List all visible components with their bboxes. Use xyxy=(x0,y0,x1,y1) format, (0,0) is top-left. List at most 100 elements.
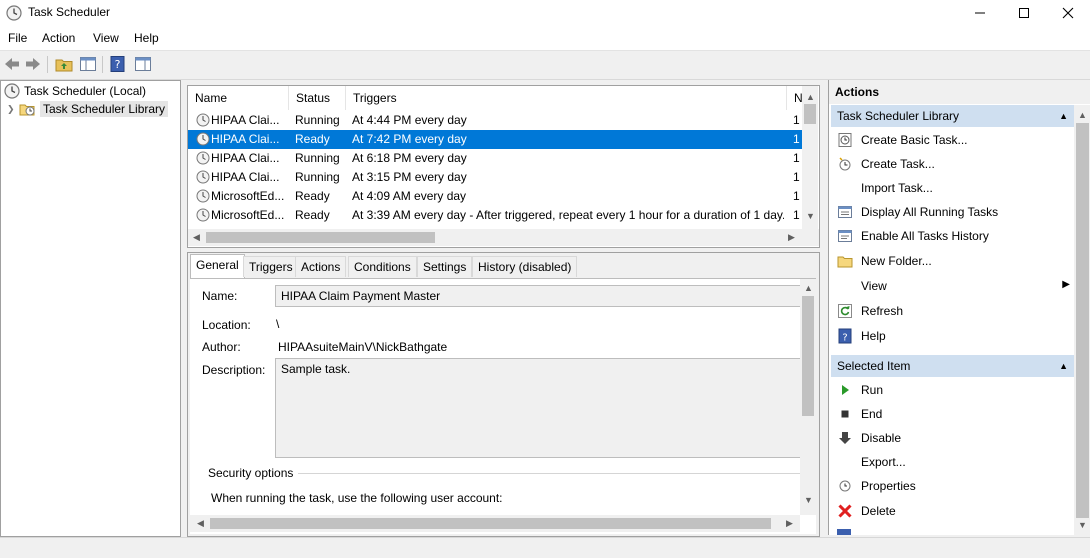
tab-triggers[interactable]: Triggers xyxy=(243,256,299,277)
show-action-pane-icon[interactable] xyxy=(134,55,152,73)
task-clock-icon xyxy=(196,170,210,184)
action-export[interactable]: Export... xyxy=(831,450,1074,474)
action-help[interactable]: ? Help xyxy=(831,324,1074,348)
column-header-triggers[interactable]: Triggers xyxy=(346,86,787,110)
task-row[interactable]: HIPAA Clai... Running At 3:15 PM every d… xyxy=(188,168,802,187)
action-import-task[interactable]: Import Task... xyxy=(831,176,1074,200)
scroll-thumb[interactable] xyxy=(804,104,816,124)
task-status: Ready xyxy=(295,208,330,222)
properties-icon xyxy=(839,480,851,492)
column-header-name[interactable]: Name xyxy=(188,86,289,110)
chevron-right-icon[interactable]: ❯ xyxy=(7,104,19,115)
action-view[interactable]: View ▶ xyxy=(831,274,1074,298)
actions-vertical-scrollbar[interactable]: ▲ ▼ xyxy=(1074,105,1090,535)
menu-action[interactable]: Action xyxy=(42,31,75,45)
task-list-horizontal-scrollbar[interactable]: ◀ ▶ xyxy=(188,229,802,246)
scroll-left-arrow-icon[interactable]: ◀ xyxy=(193,232,200,243)
task-row-selected[interactable]: HIPAA Clai... Ready At 7:42 PM every day… xyxy=(188,130,802,149)
action-create-basic-task[interactable]: Create Basic Task... xyxy=(831,128,1074,152)
create-basic-task-icon xyxy=(838,133,852,147)
scroll-up-arrow-icon[interactable]: ▲ xyxy=(1078,110,1087,120)
section-header-selected-item[interactable]: Selected Item ▲ xyxy=(831,355,1074,377)
task-row[interactable]: MicrosoftEd... Ready At 3:39 AM every da… xyxy=(188,206,802,225)
history-icon xyxy=(838,230,852,242)
name-field[interactable]: HIPAA Claim Payment Master xyxy=(275,285,801,307)
scroll-thumb[interactable] xyxy=(206,232,435,243)
scroll-up-arrow-icon[interactable]: ▲ xyxy=(804,283,813,293)
minimize-button[interactable] xyxy=(957,0,1003,26)
task-trigger: At 3:15 PM every day xyxy=(352,170,467,184)
forward-arrow-icon[interactable] xyxy=(24,55,42,73)
up-folder-icon[interactable] xyxy=(55,55,73,73)
tab-settings[interactable]: Settings xyxy=(417,256,473,277)
svg-text:?: ? xyxy=(842,333,847,344)
action-end[interactable]: End xyxy=(831,402,1074,426)
action-label: Refresh xyxy=(861,304,904,318)
minimize-icon xyxy=(975,12,985,14)
back-arrow-icon[interactable] xyxy=(3,55,21,73)
help-book-icon[interactable]: ? xyxy=(109,55,127,73)
tab-general[interactable]: General xyxy=(190,254,245,278)
menu-view[interactable]: View xyxy=(93,31,119,45)
scroll-left-arrow-icon[interactable]: ◀ xyxy=(197,518,204,529)
action-enable-history[interactable]: Enable All Tasks History xyxy=(831,224,1074,248)
task-list-vertical-scrollbar[interactable]: ▲ ▼ xyxy=(802,86,818,229)
tab-conditions[interactable]: Conditions xyxy=(348,256,417,277)
task-next-run: 1 xyxy=(793,189,800,203)
maximize-button[interactable] xyxy=(1001,0,1047,26)
running-tasks-icon xyxy=(838,206,852,218)
scroll-thumb[interactable] xyxy=(802,296,814,416)
collapse-up-icon[interactable]: ▲ xyxy=(1059,105,1068,127)
task-clock-icon xyxy=(196,132,210,146)
task-row[interactable]: MicrosoftEd... Ready At 4:09 AM every da… xyxy=(188,187,802,206)
action-disable[interactable]: Disable xyxy=(831,426,1074,450)
action-delete[interactable]: Delete xyxy=(831,499,1074,523)
scroll-up-arrow-icon[interactable]: ▲ xyxy=(806,92,815,102)
task-status: Running xyxy=(295,113,340,127)
action-label: Export... xyxy=(861,455,906,469)
scroll-down-arrow-icon[interactable]: ▼ xyxy=(804,495,813,505)
section-header-library[interactable]: Task Scheduler Library ▲ xyxy=(831,105,1074,127)
author-label: Author: xyxy=(202,340,241,354)
menu-help[interactable]: Help xyxy=(134,31,159,45)
description-field[interactable]: Sample task. xyxy=(275,358,801,458)
details-vertical-scrollbar[interactable]: ▲ ▼ xyxy=(800,279,816,515)
task-list: Name Status Triggers N HIPAA Clai... Run… xyxy=(187,85,820,248)
details-horizontal-scrollbar[interactable]: ◀ ▶ xyxy=(190,515,800,532)
tree-item-library[interactable]: ❯ Task Scheduler Library xyxy=(7,100,169,118)
submenu-arrow-icon: ▶ xyxy=(1062,279,1070,290)
toolbar: ? xyxy=(0,50,1090,80)
task-next-run: 1 xyxy=(793,132,800,146)
scroll-down-arrow-icon[interactable]: ▼ xyxy=(1078,520,1087,530)
scroll-right-arrow-icon[interactable]: ▶ xyxy=(788,232,795,243)
tab-history[interactable]: History (disabled) xyxy=(472,256,578,277)
scroll-thumb[interactable] xyxy=(1076,123,1089,518)
tree-item-root[interactable]: Task Scheduler (Local) xyxy=(4,82,146,100)
action-run[interactable]: Run xyxy=(831,378,1074,402)
action-label: View xyxy=(861,279,887,293)
action-label: Help xyxy=(861,329,886,343)
action-label: Create Basic Task... xyxy=(861,133,968,147)
tab-actions[interactable]: Actions xyxy=(295,256,347,277)
collapse-up-icon[interactable]: ▲ xyxy=(1059,355,1068,377)
clock-app-icon xyxy=(6,5,22,21)
menu-file[interactable]: File xyxy=(8,31,27,45)
task-clock-icon xyxy=(196,113,210,127)
scroll-thumb[interactable] xyxy=(210,518,771,529)
action-refresh[interactable]: Refresh xyxy=(831,299,1074,323)
show-hide-tree-icon[interactable] xyxy=(79,55,97,73)
action-create-task[interactable]: Create Task... xyxy=(831,152,1074,176)
scroll-right-arrow-icon[interactable]: ▶ xyxy=(786,518,793,529)
scroll-down-arrow-icon[interactable]: ▼ xyxy=(806,211,815,221)
column-header-status[interactable]: Status xyxy=(289,86,346,110)
action-display-running-tasks[interactable]: Display All Running Tasks xyxy=(831,200,1074,224)
task-row[interactable]: HIPAA Clai... Running At 4:44 PM every d… xyxy=(188,111,802,130)
groupbox-border xyxy=(298,473,803,474)
action-properties[interactable]: Properties xyxy=(831,474,1074,498)
task-details-panel: General Triggers Actions Conditions Sett… xyxy=(187,252,820,537)
toolbar-separator xyxy=(47,56,48,73)
task-row[interactable]: HIPAA Clai... Running At 6:18 PM every d… xyxy=(188,149,802,168)
close-button[interactable] xyxy=(1045,0,1090,26)
title-bar: Task Scheduler xyxy=(0,0,1090,26)
action-new-folder[interactable]: New Folder... xyxy=(831,249,1074,273)
